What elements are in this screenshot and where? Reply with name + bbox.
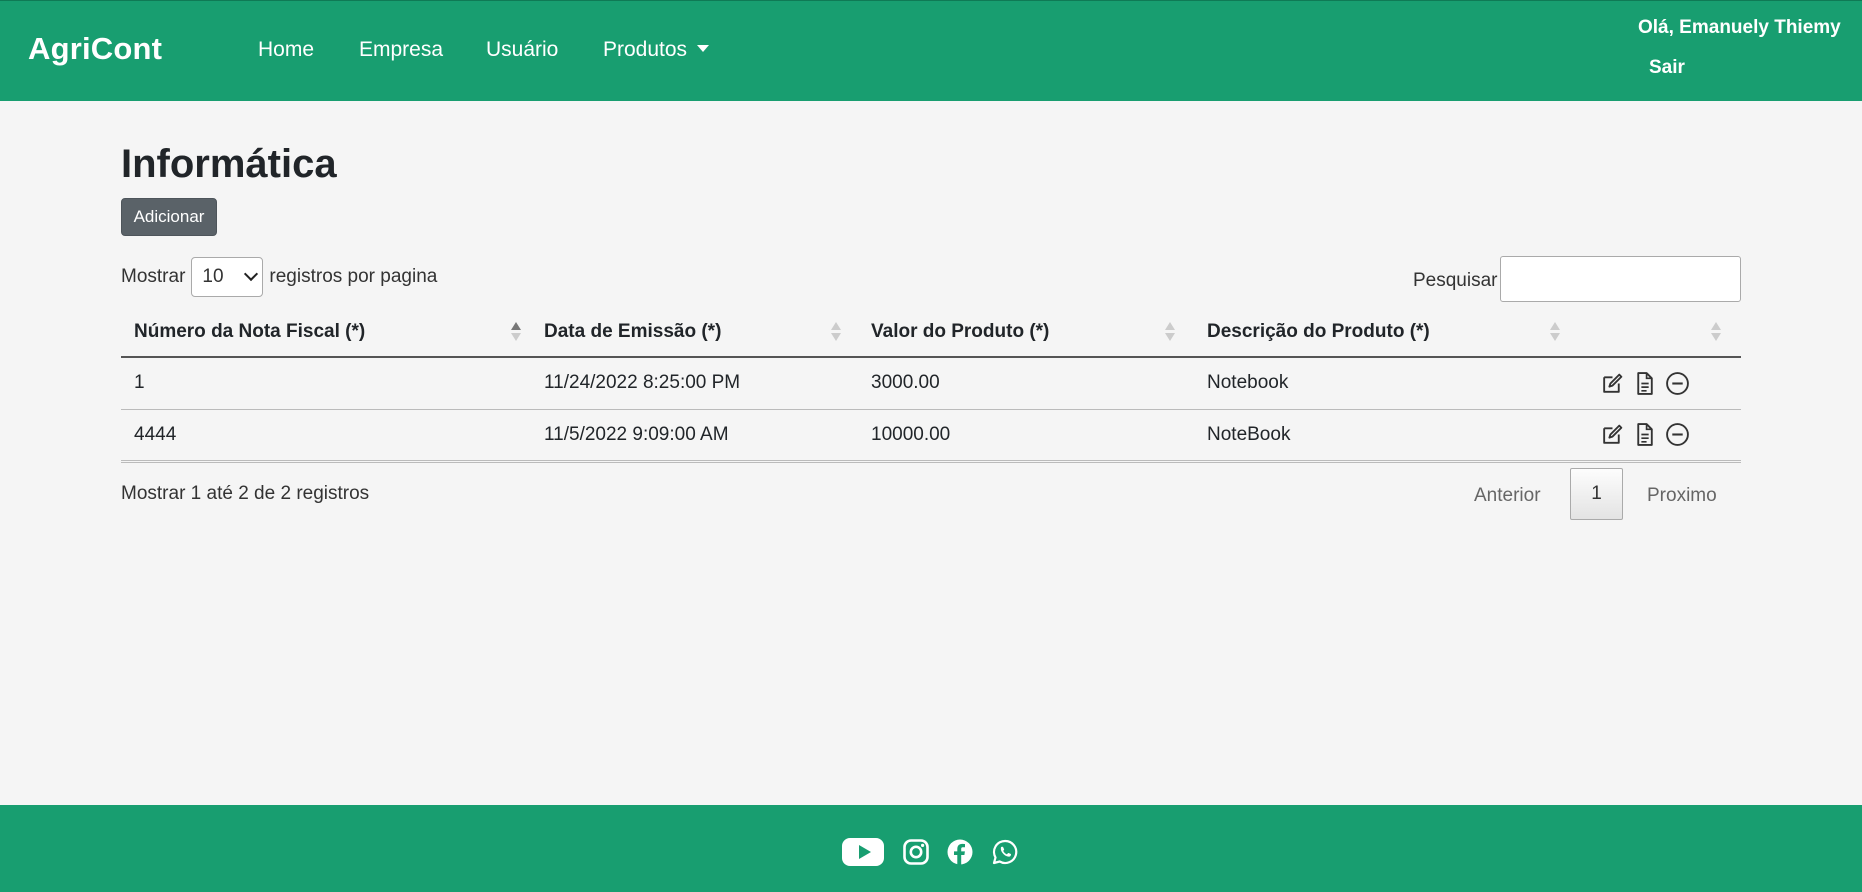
footer — [0, 805, 1862, 892]
nav-produtos-dropdown[interactable]: Produtos — [603, 38, 710, 62]
navbar: AgriCont Home Empresa Usuário Produtos O… — [0, 0, 1862, 101]
column-header-label: Data de Emissão (*) — [544, 321, 722, 342]
nav-usuario[interactable]: Usuário — [486, 38, 558, 62]
nav-empresa[interactable]: Empresa — [359, 38, 443, 62]
caret-down-icon — [697, 44, 710, 52]
brand-logo[interactable]: AgriCont — [28, 31, 162, 67]
sort-icon — [1711, 322, 1721, 342]
cell-valor: 10000.00 — [858, 409, 1194, 463]
cell-numero: 1 — [121, 357, 531, 410]
column-header-label: Número da Nota Fiscal (*) — [134, 321, 366, 342]
table-row: 4444 11/5/2022 9:09:00 AM 10000.00 NoteB… — [121, 409, 1741, 463]
user-greeting: Olá, Emanuely Thiemy — [1638, 17, 1841, 38]
edit-icon[interactable] — [1600, 422, 1625, 447]
column-header-label: Descrição do Produto (*) — [1207, 321, 1430, 342]
remove-icon[interactable] — [1665, 422, 1690, 447]
pagination-next[interactable]: Proximo — [1647, 485, 1717, 507]
table-header-row: Número da Nota Fiscal (*) Data de Emissã… — [121, 308, 1741, 358]
sort-icon — [1165, 322, 1175, 342]
facebook-icon[interactable] — [947, 839, 973, 865]
youtube-icon[interactable] — [842, 837, 884, 867]
column-header-numero[interactable]: Número da Nota Fiscal (*) — [121, 308, 531, 358]
length-suffix: registros por pagina — [269, 266, 438, 287]
records-per-page-value: 10 — [202, 266, 224, 287]
remove-icon[interactable] — [1665, 371, 1690, 396]
search-input[interactable] — [1500, 256, 1741, 302]
records-per-page: Mostrar 10 registros por pagina — [121, 256, 437, 298]
chevron-down-icon — [244, 266, 259, 282]
cell-descricao: Notebook — [1194, 357, 1570, 410]
search-label: Pesquisar — [1413, 270, 1498, 291]
cell-actions — [1570, 409, 1741, 463]
cell-data: 11/24/2022 8:25:00 PM — [531, 357, 858, 410]
column-header-data[interactable]: Data de Emissão (*) — [531, 308, 858, 358]
page-title: Informática — [121, 142, 337, 186]
whatsapp-icon[interactable] — [992, 839, 1018, 865]
invoice-table: Número da Nota Fiscal (*) Data de Emissã… — [121, 308, 1741, 463]
instagram-icon[interactable] — [903, 839, 929, 865]
column-header-actions[interactable] — [1570, 308, 1741, 358]
sort-asc-icon — [511, 322, 521, 342]
column-header-descricao[interactable]: Descrição do Produto (*) — [1194, 308, 1570, 358]
nav-produtos-label: Produtos — [603, 38, 688, 61]
edit-icon[interactable] — [1600, 371, 1625, 396]
cell-data: 11/5/2022 9:09:00 AM — [531, 409, 858, 463]
column-header-label: Valor do Produto (*) — [871, 321, 1050, 342]
cell-valor: 3000.00 — [858, 357, 1194, 410]
length-prefix: Mostrar — [121, 266, 186, 287]
records-per-page-select[interactable]: 10 — [191, 257, 264, 297]
table-info: Mostrar 1 até 2 de 2 registros — [121, 483, 370, 504]
cell-actions — [1570, 357, 1741, 410]
table-row: 1 11/24/2022 8:25:00 PM 3000.00 Notebook — [121, 357, 1741, 410]
nav-home[interactable]: Home — [258, 38, 314, 62]
cell-numero: 4444 — [121, 409, 531, 463]
document-icon[interactable] — [1632, 422, 1657, 447]
sort-icon — [831, 322, 841, 342]
column-header-valor[interactable]: Valor do Produto (*) — [858, 308, 1194, 358]
pagination-page-1[interactable]: 1 — [1570, 468, 1623, 520]
sort-icon — [1550, 322, 1560, 342]
pagination-previous[interactable]: Anterior — [1474, 485, 1541, 507]
document-icon[interactable] — [1632, 371, 1657, 396]
logout-link[interactable]: Sair — [1649, 57, 1685, 79]
cell-descricao: NoteBook — [1194, 409, 1570, 463]
add-button[interactable]: Adicionar — [121, 198, 217, 236]
